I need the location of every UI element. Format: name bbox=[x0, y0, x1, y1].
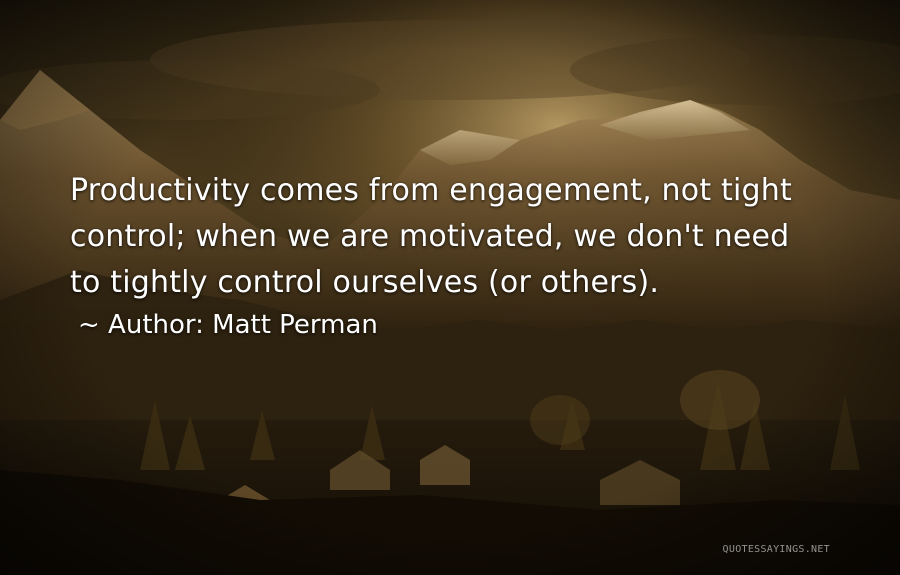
author-prefix: ~ Author: bbox=[78, 310, 204, 340]
quote-text: Productivity comes from engagement, not … bbox=[70, 168, 870, 306]
quote-line: to tightly control ourselves (or others)… bbox=[70, 265, 660, 300]
quote-line: Productivity comes from engagement, not … bbox=[70, 173, 792, 208]
quote-image: Productivity comes from engagement, not … bbox=[0, 0, 900, 575]
author-name: Matt Perman bbox=[212, 310, 378, 340]
quote-author: ~ Author: Matt Perman bbox=[78, 305, 378, 345]
site-watermark: QUOTESSAYINGS.NET bbox=[722, 544, 830, 555]
quote-line: control; when we are motivated, we don't… bbox=[70, 219, 790, 254]
